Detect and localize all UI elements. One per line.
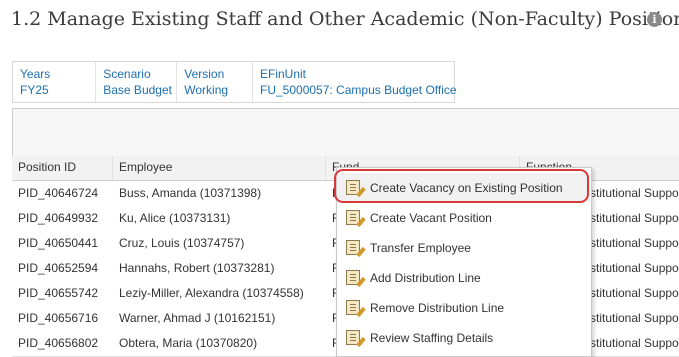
annotation-highlight-ring bbox=[334, 169, 589, 203]
pov-value[interactable]: Working bbox=[184, 82, 246, 98]
column-divider bbox=[112, 156, 113, 180]
edit-form-icon bbox=[346, 330, 366, 348]
cell-function[interactable]: stitutional Suppo bbox=[590, 236, 679, 250]
pov-label: EFinUnit bbox=[260, 67, 307, 81]
cell-function[interactable]: stitutional Suppo bbox=[590, 261, 679, 275]
cell-employee[interactable]: Buss, Amanda (10371398) bbox=[119, 186, 261, 200]
menu-item-add-distribution-line[interactable]: Add Distribution Line bbox=[337, 263, 591, 293]
cell-position-id[interactable]: PID_40649932 bbox=[18, 211, 98, 225]
pov-value[interactable]: Base Budget bbox=[103, 82, 172, 98]
cell-position-id[interactable]: PID_40652594 bbox=[18, 261, 98, 275]
pov-years[interactable]: Years FY25 bbox=[13, 62, 97, 102]
edit-form-icon bbox=[346, 270, 366, 288]
edit-form-icon bbox=[346, 240, 366, 258]
page-title: 1.2 Manage Existing Staff and Other Acad… bbox=[11, 8, 679, 30]
menu-item-label: Create Vacant Position bbox=[370, 211, 492, 225]
cell-employee[interactable]: Cruz, Louis (10374757) bbox=[119, 236, 244, 250]
cell-position-id[interactable]: PID_40655742 bbox=[18, 286, 98, 300]
menu-item-transfer-employee[interactable]: Transfer Employee bbox=[337, 233, 591, 263]
header-employee[interactable]: Employee bbox=[119, 160, 172, 174]
info-icon[interactable]: i bbox=[647, 12, 662, 27]
menu-item-label: Review Staffing Details bbox=[370, 331, 494, 345]
edit-form-icon bbox=[346, 300, 366, 318]
menu-item-create-vacant-position[interactable]: Create Vacant Position bbox=[337, 203, 591, 233]
cell-position-id[interactable]: PID_40650441 bbox=[18, 236, 98, 250]
menu-item-label: Add Distribution Line bbox=[370, 271, 481, 285]
pov-label: Scenario bbox=[103, 67, 151, 81]
column-divider bbox=[325, 156, 326, 180]
menu-item-review-staffing-details[interactable]: Review Staffing Details bbox=[337, 323, 591, 353]
cell-function[interactable]: stitutional Suppo bbox=[590, 336, 679, 350]
header-position-id[interactable]: Position ID bbox=[18, 160, 76, 174]
menu-item-label: Remove Distribution Line bbox=[370, 301, 505, 315]
cell-position-id[interactable]: PID_40656716 bbox=[18, 311, 98, 325]
cell-function[interactable]: stitutional Suppo bbox=[590, 186, 679, 200]
menu-item-remove-distribution-line[interactable]: Remove Distribution Line bbox=[337, 293, 591, 323]
pov-value[interactable]: FU_5000057: Campus Budget Office bbox=[260, 82, 457, 98]
pov-bar: Years FY25 Scenario Base Budget Version … bbox=[12, 61, 457, 103]
cell-employee[interactable]: Ku, Alice (10373131) bbox=[119, 211, 230, 225]
cell-employee[interactable]: Warner, Ahmad J (10162151) bbox=[119, 311, 275, 325]
cell-function[interactable]: stitutional Suppo bbox=[590, 211, 679, 225]
cell-employee[interactable]: Obtera, Maria (10370820) bbox=[119, 336, 257, 350]
cell-position-id[interactable]: PID_40656802 bbox=[18, 336, 98, 350]
cell-position-id[interactable]: PID_40646724 bbox=[18, 186, 98, 200]
pov-label: Years bbox=[20, 67, 51, 81]
cell-function[interactable]: stitutional Suppo bbox=[590, 286, 679, 300]
pov-value[interactable]: FY25 bbox=[20, 82, 89, 98]
cell-employee[interactable]: Hannahs, Robert (10373281) bbox=[119, 261, 274, 275]
pov-label: Version bbox=[184, 67, 225, 81]
cell-employee[interactable]: Leziy-Miller, Alexandra (10374558) bbox=[119, 286, 304, 300]
pov-version[interactable]: Version Working bbox=[177, 62, 253, 102]
menu-item-label: Transfer Employee bbox=[370, 241, 471, 255]
pov-scenario[interactable]: Scenario Base Budget bbox=[96, 62, 178, 102]
cell-function[interactable]: stitutional Suppo bbox=[590, 311, 679, 325]
edit-form-icon bbox=[346, 210, 366, 228]
pov-efinunit[interactable]: EFinUnit FU_5000057: Campus Budget Offic… bbox=[253, 62, 457, 102]
